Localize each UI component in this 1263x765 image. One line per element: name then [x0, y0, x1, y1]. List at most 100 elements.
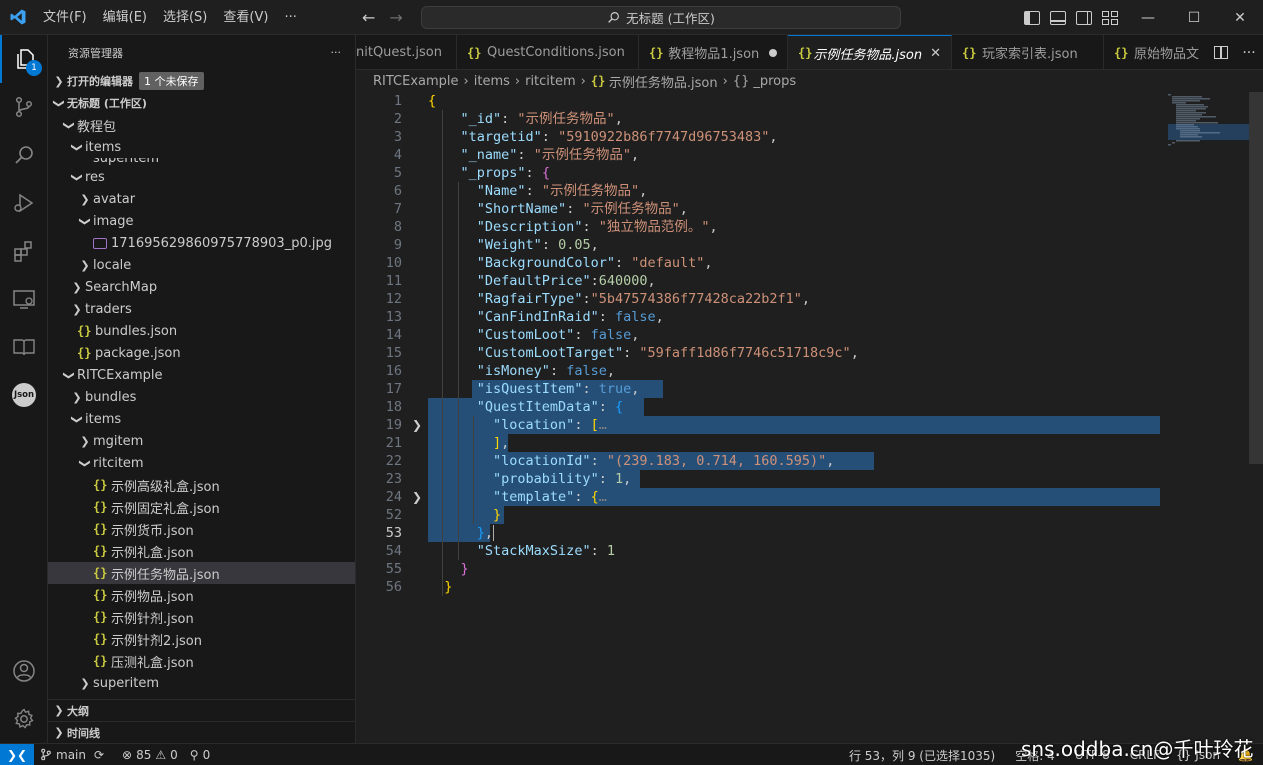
split-editor-icon[interactable]: [1214, 46, 1229, 59]
tree-file[interactable]: {} 示例货币.json: [48, 518, 355, 540]
breadcrumb-item[interactable]: items: [474, 74, 510, 89]
back-arrow-icon[interactable]: ←: [362, 8, 375, 27]
tab-tutorial-item[interactable]: {} 教程物品1.json: [639, 35, 788, 69]
minimize-button[interactable]: —: [1125, 0, 1171, 35]
tree-folder[interactable]: ❯ mgitem: [48, 430, 355, 452]
tree-file[interactable]: {} 示例高级礼盒.json: [48, 474, 355, 496]
tree-folder[interactable]: ❯ image: [48, 210, 355, 232]
breadcrumb-item[interactable]: 示例任务物品.json: [609, 72, 718, 91]
tab-original-items[interactable]: {} 原始物品文: [1104, 35, 1214, 69]
breadcrumb-item[interactable]: ritcitem: [525, 74, 576, 89]
explorer-header: 资源管理器 ···: [48, 35, 355, 70]
tree-item-label: items: [85, 411, 122, 427]
command-center-label: 无标题 (工作区): [626, 11, 715, 26]
tree-file[interactable]: {} 压测礼盒.json: [48, 650, 355, 672]
close-window-button[interactable]: ✕: [1217, 0, 1263, 35]
editor-scrollbar[interactable]: [1249, 92, 1263, 464]
unsaved-dot-icon[interactable]: [769, 48, 777, 57]
tree-folder[interactable]: ❯ locale: [48, 254, 355, 276]
json-activity[interactable]: Json: [0, 371, 48, 419]
manage-activity[interactable]: [0, 695, 48, 743]
folded-ellipsis[interactable]: …: [599, 417, 607, 433]
folded-ellipsis[interactable]: …: [599, 489, 607, 505]
json-file-icon: {}: [93, 500, 108, 514]
problems-status[interactable]: ⊗ 85 ⚠ 0: [116, 744, 184, 765]
tree-file[interactable]: {} 示例固定礼盒.json: [48, 496, 355, 518]
account-icon: [13, 660, 35, 682]
line-number: 13: [385, 309, 402, 325]
workspace-section[interactable]: ❯ 无标题 (工作区): [48, 92, 355, 114]
search-activity[interactable]: [0, 131, 48, 179]
breadcrumb-item[interactable]: _props: [753, 74, 796, 89]
tree-file[interactable]: {} 示例针剂.json: [48, 606, 355, 628]
run-debug-activity[interactable]: [0, 179, 48, 227]
customize-layout-icon[interactable]: [1102, 10, 1118, 25]
breadcrumb-item[interactable]: RITCExample: [373, 74, 459, 89]
tab-initquest[interactable]: nitQuest.json: [356, 35, 457, 69]
branch-status[interactable]: main ⟳: [34, 744, 110, 765]
nav-arrows: ← →: [362, 0, 403, 35]
tree-folder[interactable]: ❯ items: [48, 136, 355, 158]
tree-folder[interactable]: ❯ bundles: [48, 386, 355, 408]
tree-file[interactable]: 1716956298609757789​03_p0.jpg: [48, 232, 355, 254]
tree-file[interactable]: {} bundles.json: [48, 320, 355, 342]
tab-quest-item[interactable]: {} 示例任务物品.json ✕: [788, 35, 952, 69]
fold-expand-icon[interactable]: ❯: [412, 488, 422, 506]
menu-selection[interactable]: 选择(S): [155, 0, 215, 35]
sync-icon[interactable]: ⟳: [94, 748, 104, 762]
docs-activity[interactable]: [0, 323, 48, 371]
tree-folder[interactable]: ❯ RITCExample: [48, 364, 355, 386]
remote-explorer-activity[interactable]: [0, 275, 48, 323]
ports-status[interactable]: ⚲ 0: [184, 744, 216, 765]
tree-folder[interactable]: ❯ res: [48, 166, 355, 188]
cursor-position[interactable]: 行 53，列 9 (已选择1035): [843, 744, 1009, 765]
error-count: 85: [136, 747, 152, 762]
close-tab-icon[interactable]: ✕: [930, 46, 941, 61]
tree-folder[interactable]: ❯ ritcitem: [48, 452, 355, 474]
menu-edit[interactable]: 编辑(E): [95, 0, 155, 35]
tree-file[interactable]: {} 示例礼盒.json: [48, 540, 355, 562]
tree-folder[interactable]: ❯ items: [48, 408, 355, 430]
extensions-activity[interactable]: [0, 227, 48, 275]
line-number: 23: [385, 471, 402, 487]
menu-view[interactable]: 查看(V): [215, 0, 276, 35]
command-center[interactable]: 无标题 (工作区): [421, 6, 901, 29]
tree-folder[interactable]: ❯ avatar: [48, 188, 355, 210]
tab-player-index[interactable]: {} 玩家索引表.json: [952, 35, 1104, 69]
timeline-section[interactable]: ❯ 时间线: [48, 721, 355, 743]
tree-file[interactable]: {} 示例针剂2.json: [48, 628, 355, 650]
more-actions-icon[interactable]: ···: [1242, 45, 1255, 61]
tree-folder[interactable]: ❯ traders: [48, 298, 355, 320]
forward-arrow-icon[interactable]: →: [389, 8, 402, 27]
line-number: 12: [385, 291, 402, 307]
menu-file[interactable]: 文件(F): [35, 0, 95, 35]
fold-expand-icon[interactable]: ❯: [412, 416, 422, 434]
explorer-more-button[interactable]: ···: [331, 46, 342, 59]
menu-more[interactable]: ···: [276, 0, 304, 35]
ports-count: 0: [202, 747, 211, 762]
tree-folder[interactable]: ❯ superitem: [48, 672, 355, 694]
tree-item-label: 示例针剂2.json: [111, 633, 202, 649]
toggle-secondary-sidebar-icon[interactable]: [1076, 10, 1092, 25]
toggle-panel-icon[interactable]: [1050, 10, 1066, 25]
tree-file[interactable]: {} 示例任务物品.json: [48, 562, 355, 584]
tree-file[interactable]: {} package.json: [48, 342, 355, 364]
outline-section[interactable]: ❯ 大纲: [48, 699, 355, 721]
toggle-primary-sidebar-icon[interactable]: [1024, 10, 1040, 25]
accounts-activity[interactable]: [0, 647, 48, 695]
tree-folder[interactable]: ❯ SearchMap: [48, 276, 355, 298]
tree-folder[interactable]: ❯ 教程包: [48, 114, 355, 136]
remote-indicator[interactable]: ❯❮: [0, 743, 34, 765]
source-control-activity[interactable]: [0, 83, 48, 131]
explorer-activity[interactable]: 1: [0, 35, 48, 83]
tree-file[interactable]: superitem: [48, 158, 355, 166]
code-editor[interactable]: 1{ 2 "_id": "示例任务物品", 3 "targetid": "591…: [356, 92, 1263, 743]
minimap[interactable]: [1166, 92, 1249, 172]
open-editors-section[interactable]: ❯ 打开的编辑器 1 个未保存: [48, 70, 355, 92]
code-value: true: [598, 381, 632, 397]
maximize-button[interactable]: ☐: [1171, 0, 1217, 35]
tab-questconditions[interactable]: {} QuestConditions.json: [457, 35, 639, 69]
tree-item-label: mgitem: [93, 433, 144, 449]
tree-file[interactable]: {} 示例物品.json: [48, 584, 355, 606]
window-controls: — ☐ ✕: [1125, 0, 1263, 35]
